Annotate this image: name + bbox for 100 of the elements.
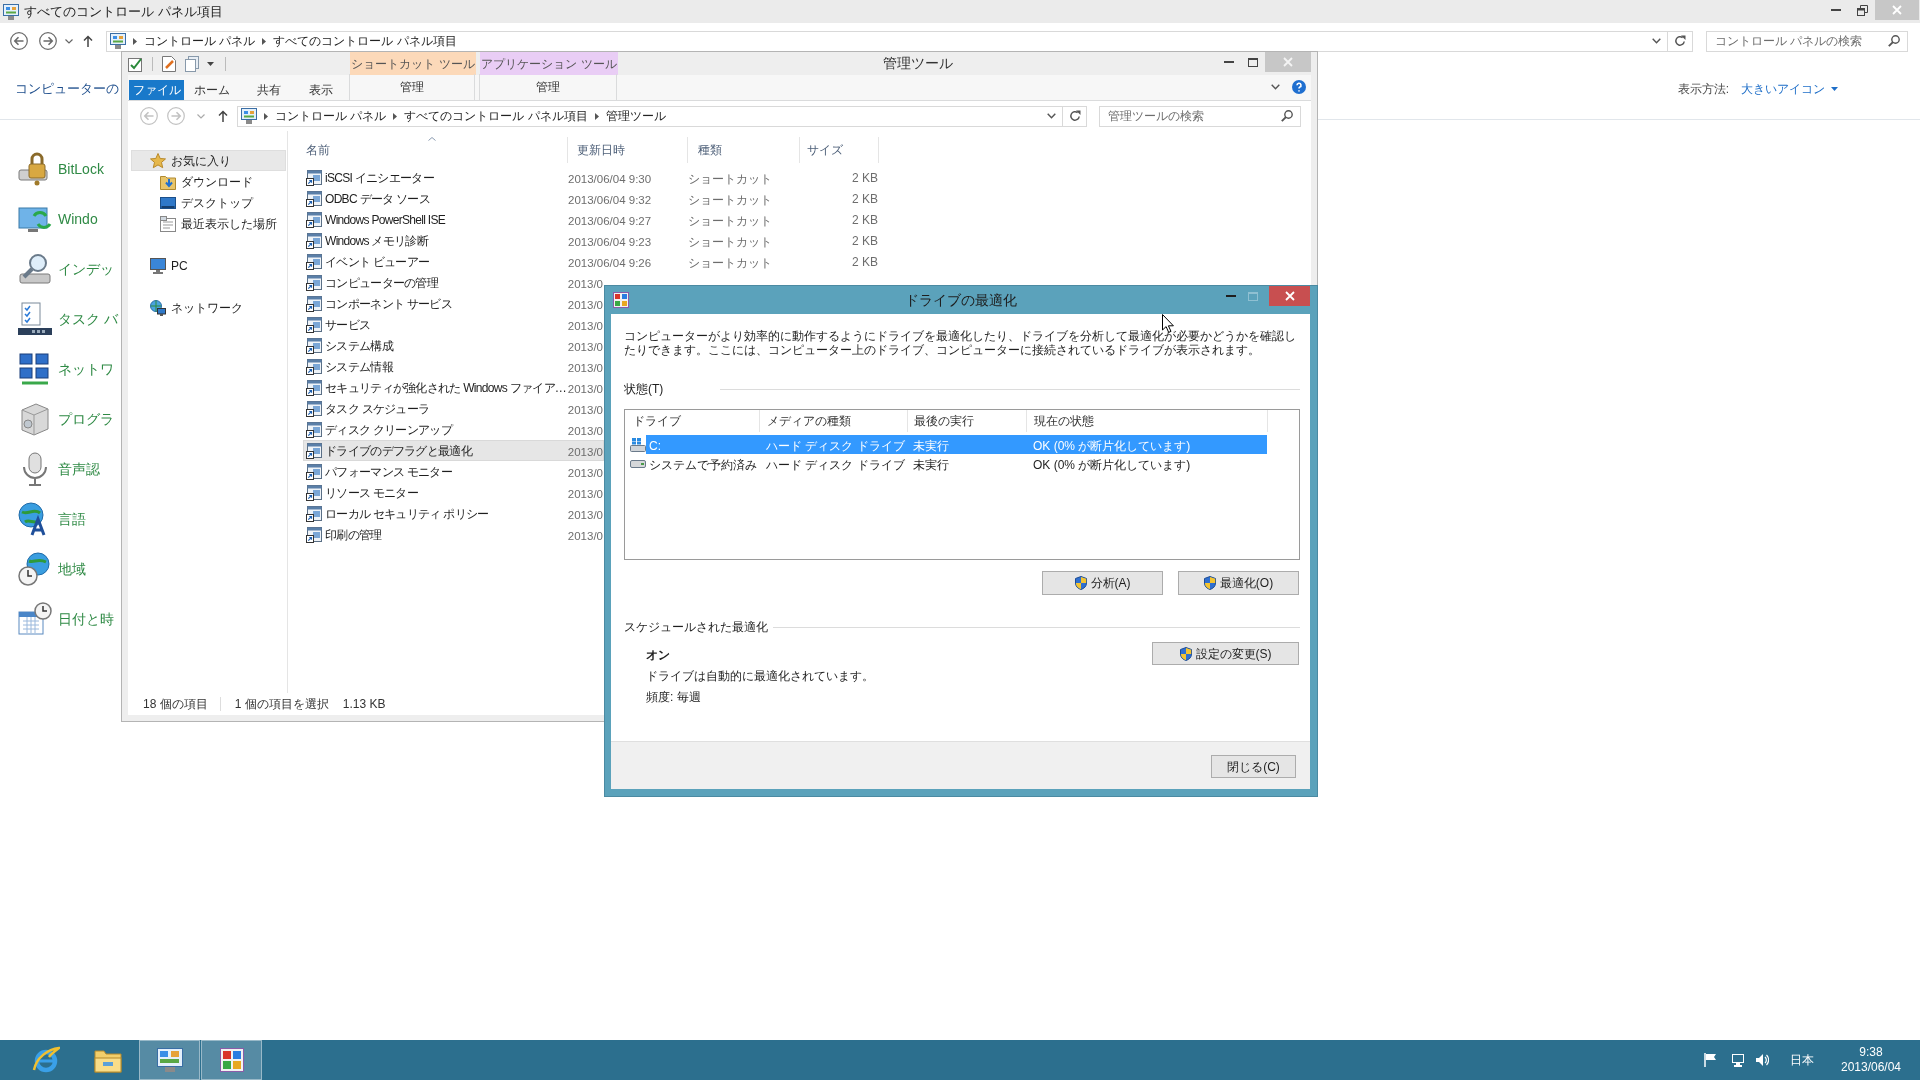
ribbon-tab[interactable]: 表示 bbox=[298, 79, 344, 100]
control-panel-item[interactable]: タスク バ bbox=[18, 299, 118, 339]
control-panel-item[interactable]: 音声認 bbox=[18, 449, 100, 489]
column-header[interactable]: 種類 bbox=[688, 137, 800, 163]
drive-row[interactable]: システムで予約済み ハード ディスク ドライブ 未実行 OK (0% が断片化しています) bbox=[646, 454, 1267, 473]
taskbar-button[interactable] bbox=[139, 1040, 200, 1080]
file-menu-button[interactable]: ファイル bbox=[129, 79, 184, 100]
up-button[interactable] bbox=[83, 35, 93, 47]
help-button[interactable] bbox=[1292, 80, 1306, 94]
file-row[interactable]: ローカル セキュリティ ポリシー 2013/0 bbox=[303, 503, 604, 524]
change-settings-button[interactable]: 設定の変更(S) bbox=[1152, 642, 1299, 665]
file-row[interactable]: セキュリティが強化された Windows ファイア…2013/0 bbox=[303, 377, 604, 398]
refresh-button[interactable] bbox=[1063, 105, 1087, 127]
language-indicator[interactable]: 日本 bbox=[1790, 1051, 1814, 1069]
file-name: コンポーネント サービス bbox=[325, 295, 452, 313]
shortcut-icon bbox=[306, 232, 322, 249]
control-panel-item[interactable]: BitLock bbox=[18, 149, 104, 189]
close-dialog-button[interactable]: 閉じる(C) bbox=[1211, 755, 1296, 778]
breadcrumb[interactable]: すべてのコントロール パネル項目 bbox=[404, 107, 588, 125]
view-by-dropdown[interactable]: 大きいアイコン bbox=[1741, 80, 1838, 98]
back-button[interactable] bbox=[10, 32, 28, 50]
address-bar[interactable]: コントロール パネル すべてのコントロール パネル項目 管理ツール bbox=[237, 105, 1063, 127]
forward-button[interactable] bbox=[39, 32, 57, 50]
clock-time[interactable]: 9:38 bbox=[1859, 1045, 1883, 1060]
nav-item[interactable]: 最近表示した場所 bbox=[131, 213, 286, 234]
file-row[interactable]: システム構成 2013/0 bbox=[303, 335, 604, 356]
breadcrumb-arrow-icon bbox=[393, 112, 398, 120]
file-date: 2013/06/04 9:30 bbox=[568, 172, 652, 185]
control-panel-item[interactable]: 地域 bbox=[18, 549, 86, 589]
up-button[interactable] bbox=[218, 110, 228, 122]
action-button[interactable]: 分析(A) bbox=[1042, 571, 1163, 595]
control-panel-item[interactable]: プログラ bbox=[18, 399, 114, 439]
column-header[interactable]: メディアの種類 bbox=[760, 410, 908, 432]
nav-item[interactable]: デスクトップ bbox=[131, 192, 286, 213]
control-panel-item[interactable]: 日付と時 bbox=[18, 599, 114, 639]
file-size: 2 KB bbox=[852, 211, 878, 229]
nav-item[interactable]: PC bbox=[131, 255, 286, 276]
file-row[interactable]: タスク スケジューラ 2013/0 bbox=[303, 398, 604, 419]
drive-name: C: bbox=[649, 438, 661, 453]
download-folder-icon bbox=[160, 173, 176, 190]
column-header[interactable]: 更新日時 bbox=[568, 137, 688, 163]
nav-item[interactable]: ネットワーク bbox=[131, 297, 286, 318]
breadcrumb[interactable]: すべてのコントロール パネル項目 bbox=[273, 32, 457, 50]
caret-down-icon bbox=[65, 38, 73, 44]
file-row[interactable]: ODBC データ ソース 2013/06/04 9:32 ショートカット 2 KB bbox=[303, 188, 879, 209]
column-header[interactable]: 現在の状態 bbox=[1027, 410, 1268, 432]
dialog-title: ドライブの最適化 bbox=[903, 290, 1018, 310]
control-panel-item[interactable]: 言語 bbox=[18, 499, 86, 539]
context-tab-group: ショートカット ツール bbox=[350, 52, 476, 75]
control-panel-item[interactable]: Windo bbox=[18, 199, 98, 239]
file-row[interactable]: システム情報 2013/0 bbox=[303, 356, 604, 377]
file-row[interactable]: ディスク クリーンアップ 2013/0 bbox=[303, 419, 604, 440]
column-header[interactable]: サイズ bbox=[800, 137, 879, 163]
last-run: 未実行 bbox=[913, 438, 949, 453]
clock-date[interactable]: 2013/06/04 bbox=[1840, 1060, 1902, 1075]
monitor-icon bbox=[1731, 1053, 1745, 1067]
breadcrumb[interactable]: コントロール パネル bbox=[275, 107, 387, 125]
breadcrumb[interactable]: 管理ツール bbox=[605, 107, 666, 125]
file-type: ショートカット bbox=[688, 192, 772, 207]
action-button[interactable]: 最適化(O) bbox=[1178, 571, 1299, 595]
file-name: 印刷の管理 bbox=[325, 526, 382, 544]
network-button[interactable] bbox=[1731, 1052, 1747, 1068]
view-by-label: 表示方法: bbox=[1677, 81, 1729, 98]
ribbon-tab[interactable]: 管理 bbox=[479, 74, 617, 100]
box-icon bbox=[18, 402, 52, 436]
file-name: ODBC データ ソース bbox=[325, 190, 430, 208]
nav-item[interactable]: お気に入り bbox=[131, 150, 286, 171]
file-row[interactable]: サービス 2013/0 bbox=[303, 314, 604, 335]
file-row[interactable]: 印刷の管理 2013/0 bbox=[303, 524, 604, 545]
column-header[interactable]: 最後の実行 bbox=[908, 410, 1027, 432]
close-button[interactable] bbox=[1269, 286, 1310, 306]
file-row[interactable]: リソース モニター 2013/0 bbox=[303, 482, 604, 503]
file-row[interactable]: コンピューターの管理 2013/0 bbox=[303, 272, 604, 293]
monitor-tiles-icon bbox=[241, 108, 257, 124]
file-row[interactable]: Windows PowerShell ISE 2013/06/04 9:27 ショートカット 2 KB bbox=[303, 209, 879, 230]
file-row[interactable]: iSCSI イニシエーター 2013/06/04 9:30 ショートカット 2 KB bbox=[303, 167, 879, 188]
ribbon-tab[interactable]: 管理 bbox=[349, 74, 475, 100]
nav-item[interactable]: ダウンロード bbox=[131, 171, 286, 192]
taskbar-button[interactable] bbox=[201, 1040, 262, 1080]
ribbon-expand-button[interactable] bbox=[1270, 82, 1280, 92]
ribbon-tab[interactable]: 共有 bbox=[240, 79, 298, 100]
file-name: iSCSI イニシエーター bbox=[325, 169, 434, 187]
volume-button[interactable] bbox=[1755, 1052, 1771, 1068]
control-panel-item[interactable]: インデッ bbox=[18, 249, 114, 289]
search-field[interactable]: 管理ツールの検索 bbox=[1099, 105, 1301, 127]
refresh-button[interactable] bbox=[1668, 30, 1693, 52]
column-header[interactable]: 名前 bbox=[298, 137, 568, 163]
file-row[interactable]: イベント ビューアー 2013/06/04 9:26 ショートカット 2 KB bbox=[303, 251, 879, 272]
breadcrumb[interactable]: コントロール パネル bbox=[144, 32, 256, 50]
column-header[interactable]: ドライブ bbox=[625, 410, 760, 432]
file-date: 2013/06/04 9:23 bbox=[568, 235, 652, 248]
file-row[interactable]: パフォーマンス モニター 2013/0 bbox=[303, 461, 604, 482]
search-field[interactable]: コントロール パネルの検索 bbox=[1706, 30, 1908, 52]
ribbon-tab[interactable]: ホーム bbox=[184, 79, 240, 100]
file-row[interactable]: Windows メモリ診断 2013/06/04 9:23 ショートカット 2 KB bbox=[303, 230, 879, 251]
address-bar[interactable]: コントロール パネル すべてのコントロール パネル項目 bbox=[106, 30, 1668, 52]
control-panel-item[interactable]: ネットワ bbox=[18, 349, 114, 389]
file-row[interactable]: コンポーネント サービス 2013/0 bbox=[303, 293, 604, 314]
file-row[interactable]: ドライブのデフラグと最適化 2013/0 bbox=[303, 440, 604, 461]
shield-icon bbox=[1179, 646, 1192, 661]
